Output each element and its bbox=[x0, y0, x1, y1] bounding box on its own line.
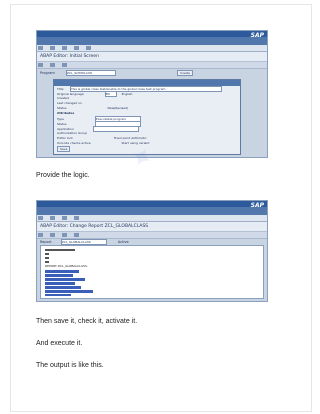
application-toolbar-2 bbox=[37, 232, 267, 239]
execute-icon[interactable] bbox=[62, 233, 68, 237]
orig-lang-input[interactable]: EN bbox=[104, 91, 117, 97]
code-comment-line bbox=[45, 261, 49, 263]
code-comment-line bbox=[45, 249, 75, 251]
report-status: Active bbox=[117, 240, 129, 244]
cancel-icon[interactable] bbox=[62, 46, 68, 50]
create-button[interactable]: Create bbox=[177, 70, 193, 76]
cancel-icon[interactable] bbox=[62, 216, 68, 220]
activate-icon[interactable] bbox=[50, 63, 56, 67]
check-icon[interactable] bbox=[38, 233, 43, 237]
application-input[interactable] bbox=[92, 126, 139, 132]
screenshot-initial-screen: SAP ABAP Editor: Initial Screen Program … bbox=[36, 30, 268, 158]
window-title-bar-2: SAP bbox=[37, 202, 267, 215]
pretty-printer-icon[interactable] bbox=[74, 233, 80, 237]
code-line bbox=[45, 290, 93, 293]
save-icon[interactable] bbox=[74, 216, 80, 220]
exit-icon[interactable] bbox=[50, 216, 56, 220]
screen-title: ABAP Editor: Initial Screen bbox=[37, 52, 267, 62]
sap-logo: SAP bbox=[250, 32, 264, 39]
code-line bbox=[45, 278, 85, 281]
back-icon[interactable] bbox=[38, 46, 43, 50]
caption-execute: And execute it. bbox=[36, 340, 83, 347]
start-variant-checkbox[interactable]: Start using variant bbox=[122, 141, 150, 145]
program-input[interactable]: ZCL_SCIMOLAXO bbox=[65, 70, 116, 76]
unicode-checkbox[interactable]: Unicode checks active bbox=[57, 141, 91, 145]
check-icon[interactable] bbox=[38, 63, 43, 67]
exit-icon[interactable] bbox=[50, 46, 56, 50]
code-comment-line bbox=[45, 257, 49, 259]
standard-toolbar-2 bbox=[37, 215, 267, 222]
window-title-bar: SAP bbox=[37, 32, 267, 45]
code-line bbox=[45, 286, 81, 289]
code-line bbox=[45, 270, 79, 273]
print-icon[interactable] bbox=[74, 46, 80, 50]
execute-icon[interactable] bbox=[62, 63, 68, 67]
program-row: Program ZCL_SCIMOLAXO Create bbox=[37, 69, 267, 77]
activate-icon[interactable] bbox=[50, 233, 56, 237]
back-icon[interactable] bbox=[38, 216, 43, 220]
code-comment-line bbox=[45, 253, 49, 255]
code-line bbox=[45, 274, 73, 277]
sap-logo-2: SAP bbox=[250, 202, 264, 209]
find-icon[interactable] bbox=[86, 46, 92, 50]
screen-title-2: ABAP Editor: Change Report ZCL_GLOBALCLA… bbox=[37, 222, 267, 232]
editor-lock-checkbox[interactable]: Editor lock bbox=[57, 136, 73, 140]
fixed-point-checkbox[interactable]: Fixed point arithmetic bbox=[114, 136, 147, 140]
save-button[interactable]: Save bbox=[57, 146, 71, 152]
program-attributes-dialog: Title this is global class test/enable t… bbox=[53, 79, 241, 155]
code-line bbox=[45, 282, 75, 285]
screenshot-change-report: SAP ABAP Editor: Change Report ZCL_GLOBA… bbox=[36, 200, 268, 302]
caption-save-check-activate: Then save it, check it, activate it. bbox=[36, 318, 138, 325]
standard-toolbar bbox=[37, 45, 267, 52]
caption-output: The output is like this. bbox=[36, 362, 104, 369]
dialog-buttons: Save bbox=[54, 146, 240, 152]
code-line bbox=[45, 294, 71, 296]
caption-provide-logic: Provide the logic. bbox=[36, 172, 90, 179]
report-statement: REPORT ZCL_GLOBALCLASS. bbox=[45, 264, 88, 268]
program-label: Program bbox=[40, 71, 55, 75]
code-editor[interactable]: REPORT ZCL_GLOBALCLASS. bbox=[40, 245, 264, 299]
